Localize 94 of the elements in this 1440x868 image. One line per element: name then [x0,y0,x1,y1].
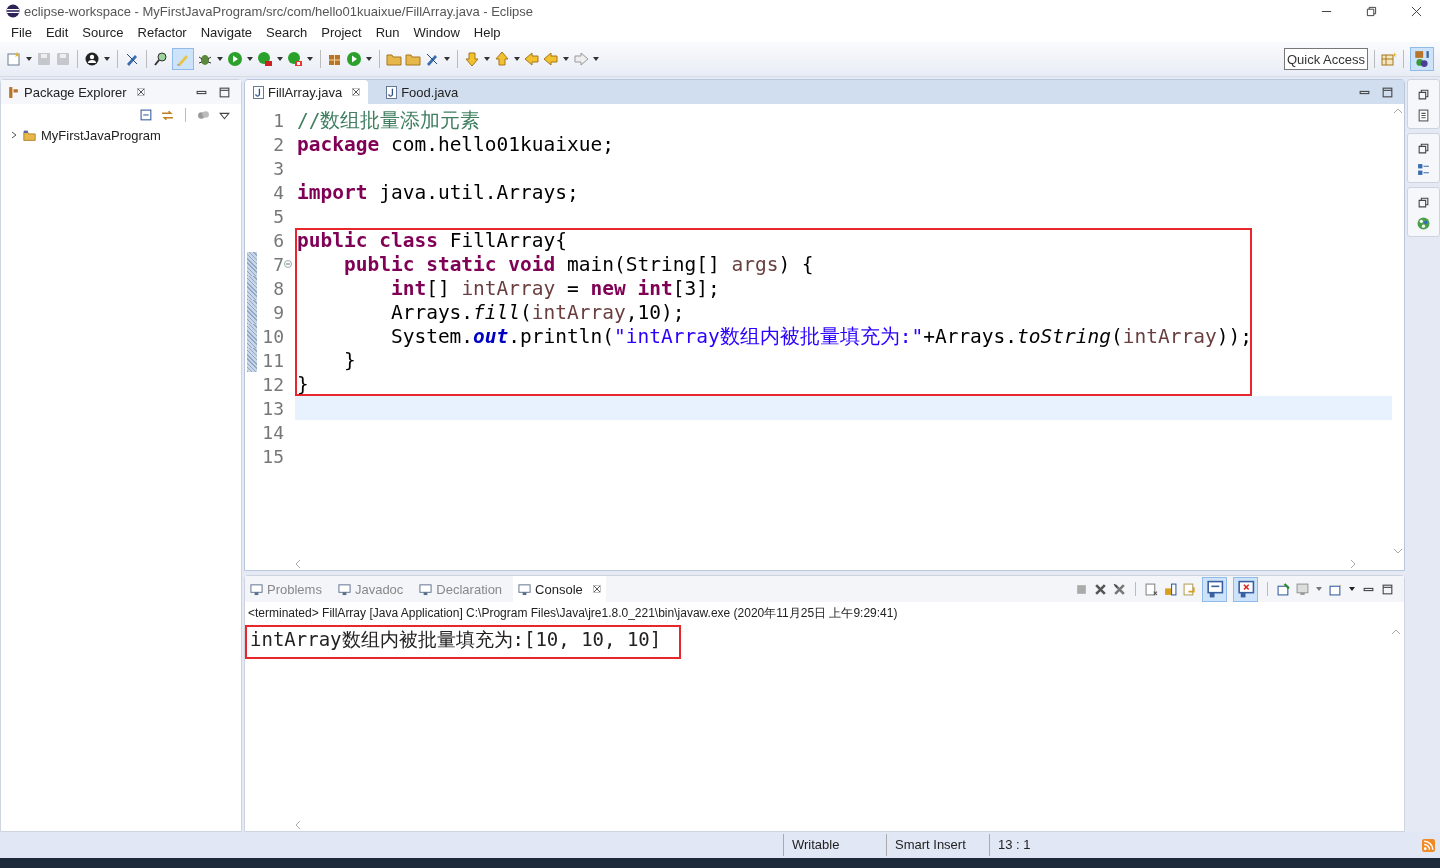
tab-label: Javadoc [354,581,404,597]
open-perspective-icon[interactable] [1381,51,1397,67]
remove-all-icon[interactable] [1113,582,1126,596]
collapse-all-icon[interactable] [140,108,153,122]
folder-icon[interactable] [386,51,402,67]
tab-label: Package Explorer [24,84,127,100]
line-number: 6 [272,229,284,251]
code-line: Arrays.fill(intArray,10); [389,300,685,324]
status-field: Writable [783,834,886,856]
menu-item[interactable]: Source [75,24,131,40]
line-number: 1 [272,109,284,131]
menu-item[interactable]: Search [259,24,315,40]
line-number: 15 [261,445,284,467]
menu-item[interactable]: Help [466,24,508,40]
restore-icon[interactable] [1417,142,1430,155]
code-line: public class FillArray{ [296,228,568,252]
palette-icon[interactable] [1417,217,1430,230]
maximize-icon[interactable] [1381,85,1394,99]
code-line: package com.hello01kuaixue; [296,132,614,156]
outline-view-icon[interactable] [1417,163,1430,176]
console-header: <terminated> FillArray [Java Application] C:\Program Files\Java\jre1.8.0_221\bin\javaw.exe (2020年11月25日 上午9:29:41) [247,605,899,622]
tab-label: FillArray.java [268,84,343,100]
line-number: 7 [272,253,284,275]
monitor-icon [419,582,433,596]
quick-access-field[interactable]: Quick Access [1284,48,1368,70]
monitor-icon [337,582,351,596]
view-tab[interactable]: Console [513,576,606,602]
line-number: 12 [261,373,284,395]
tab-label: Food.java [401,84,459,100]
project-folder-icon [23,128,36,142]
window-title: eclipse-workspace - MyFirstJavaProgram/src/com/hello01kuaixue/FillArray.java - Eclipse [24,3,534,19]
code-line: } [296,372,309,396]
coverage-icon[interactable] [257,51,273,67]
line-number: 14 [261,421,284,443]
close-icon[interactable] [136,88,145,96]
profile-icon[interactable] [84,51,100,67]
line-number: 4 [272,181,284,203]
line-number: 8 [272,277,284,299]
tab-label: Declaration [436,581,503,597]
menu-item[interactable]: Refactor [130,24,194,40]
code-line: public static void main(String[] args) { [342,252,814,276]
stderr-toggle-icon[interactable] [1233,576,1258,602]
menu-item[interactable]: File [4,24,39,40]
close-icon[interactable] [1411,5,1422,17]
pin-console-icon[interactable] [1277,582,1290,596]
tab-label: Problems [267,581,322,597]
stdout-toggle-icon[interactable] [1202,576,1227,602]
new-console-icon[interactable] [1329,582,1342,596]
close-icon[interactable] [352,88,361,96]
menu-item[interactable]: Window [406,24,467,40]
menu-item[interactable]: Run [368,24,407,40]
scroll-lock-icon[interactable] [1164,582,1177,596]
monitor-icon [518,582,532,596]
eclipse-logo-icon [6,4,20,18]
line-number: 2 [272,133,284,155]
line-number: 3 [272,157,284,179]
restore-icon[interactable] [1417,88,1430,101]
package-view-icon[interactable] [1417,109,1430,122]
line-number: 13 [261,397,284,419]
editor-tab[interactable]: FillArray.java [245,80,369,104]
line-number: 11 [261,349,284,371]
menu-item[interactable]: Edit [38,24,76,40]
line-number: 5 [272,205,284,227]
menu-item[interactable]: Project [314,24,369,40]
maximize-icon[interactable] [218,85,231,99]
remove-launch-icon[interactable] [1094,582,1107,596]
console-output: intArray数组内被批量填充为:[10, 10, 10] [250,628,662,650]
focus-icon[interactable] [197,108,210,122]
tab-label: Console [535,581,583,597]
maximize-icon[interactable] [1381,582,1394,596]
line-number: 10 [261,325,284,347]
link-editor-icon[interactable] [161,108,174,122]
code-line: //数组批量添加元素 [296,107,481,134]
restore-icon[interactable] [1366,5,1377,17]
restore-icon[interactable] [1417,196,1430,209]
code-line: } [342,348,356,372]
code-line: import java.util.Arrays; [296,180,579,204]
highlight-toggle-button[interactable] [172,48,194,70]
status-field: Smart Insert [886,834,989,856]
tree-item[interactable]: MyFirstJavaProgram [41,127,161,143]
java-perspective-icon[interactable] [1410,47,1434,71]
close-icon[interactable] [592,585,601,593]
java-file-icon [386,85,398,99]
java-file-icon [253,85,264,99]
line-number: 9 [272,301,284,323]
package-icon [7,85,20,99]
code-line: System.out.println("intArray数组内被批量填充为:"+Arrays.toString(intArray)); [389,323,1252,350]
code-line: int[] intArray = new int[3]; [389,276,720,300]
clear-console-icon[interactable] [1145,582,1158,596]
monitor-icon [250,582,263,596]
menu-item[interactable]: Navigate [193,24,259,40]
editor-tab[interactable]: Food.java [378,80,467,104]
search-icon[interactable] [153,51,169,67]
status-field: 13 : 1 [989,834,1092,856]
